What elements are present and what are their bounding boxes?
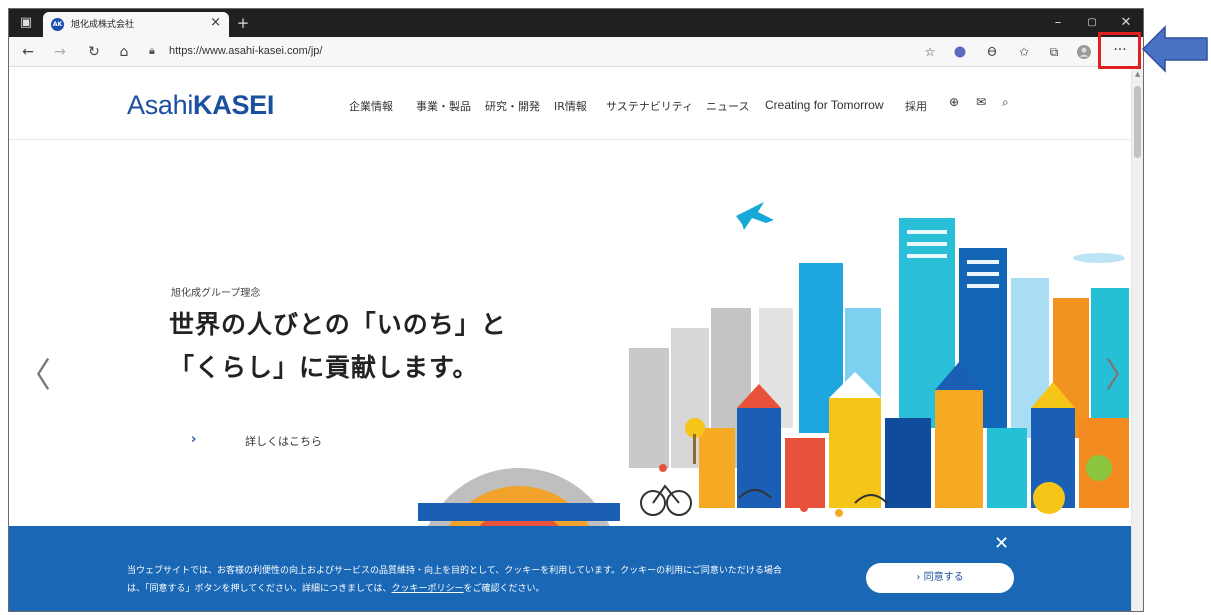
nav-item-company[interactable]: 企業情報 [349,98,393,114]
carousel-prev-icon[interactable]: 〈 [17,348,51,397]
back-icon[interactable]: ← [17,37,39,67]
add-favorite-icon[interactable]: ☆ [919,37,941,67]
collections-icon[interactable]: ⧉ [1043,37,1065,67]
globe-icon[interactable]: ⊕ [949,95,959,109]
nav-item-creating-for-tomorrow[interactable]: Creating for Tomorrow [765,98,884,112]
new-tab-button[interactable]: + [233,12,253,34]
url-text: https://www.asahi-kasei.com/jp/ [169,45,323,57]
nav-item-ir[interactable]: IR情報 [554,98,587,114]
nav-item-sustainability[interactable]: サステナビリティ [606,98,693,114]
site-favicon-icon: AK [51,18,64,31]
hero-headline-line1: 世界の人びとの「いのち」と [169,310,507,339]
hero-headline-line2: 「くらし」に貢献します。 [169,353,479,382]
nav-item-business[interactable]: 事業・製品 [416,98,471,114]
extension-icon[interactable] [949,37,971,67]
browser-toolbar: ← → ↻ ⌂ 🔒︎ https://www.asahi-kasei.com/j… [9,37,1143,67]
pointer-arrow-icon [1141,25,1208,73]
city-illustration [418,202,1129,568]
nav-item-recruit[interactable]: 採用 [905,98,927,114]
search-icon[interactable]: ⌕ [1002,95,1009,110]
forward-icon[interactable]: → [49,37,71,67]
vertical-scrollbar[interactable]: ▲ [1131,68,1143,611]
refresh-icon[interactable]: ↻ [83,37,105,67]
scroll-up-icon[interactable]: ▲ [1135,70,1140,78]
page-viewport: AsahiKASEI 企業情報 事業・製品 研究・開発 IR情報 サステナビリテ… [9,68,1133,611]
minimize-button[interactable]: – [1041,9,1075,37]
cookie-banner: ✕ 当ウェブサイトでは、お客様の利便性の向上およびサービスの品質維持・向上を目的… [9,526,1133,611]
browser-tab[interactable]: AK 旭化成株式会社 × [43,12,229,37]
tab-actions-icon[interactable]: ▣ [9,9,43,37]
cookie-close-icon[interactable]: ✕ [994,533,1009,554]
home-icon[interactable]: ⌂ [113,37,135,67]
agree-button[interactable]: › 同意する [866,563,1014,593]
title-bar: ▣ AK 旭化成株式会社 × + – ▢ ✕ [9,9,1143,37]
read-aloud-icon[interactable]: Ѳ [981,37,1003,67]
nav-item-research[interactable]: 研究・開発 [485,98,540,114]
more-button-highlight [1098,32,1141,69]
tab-title: 旭化成株式会社 [71,20,135,30]
tab-close-icon[interactable]: × [210,15,221,30]
philosophy-label: 旭化成グループ理念 [171,288,261,299]
chevron-right-icon[interactable]: › [191,432,196,447]
profile-icon[interactable] [1073,37,1095,67]
details-link[interactable]: 詳しくはこちら [245,433,322,449]
address-bar[interactable]: 🔒︎ https://www.asahi-kasei.com/jp/ [145,41,645,63]
nav-item-news[interactable]: ニュース [706,98,749,114]
cookie-policy-link[interactable]: クッキーポリシー [392,584,464,594]
site-header: AsahiKASEI 企業情報 事業・製品 研究・開発 IR情報 サステナビリテ… [9,68,1133,140]
asahi-kasei-logo[interactable]: AsahiKASEI [127,90,274,121]
carousel-next-icon[interactable]: 〉 [1105,348,1133,397]
cookie-message-line1: 当ウェブサイトでは、お客様の利便性の向上およびサービスの品質維持・向上を目的とし… [127,566,782,576]
logo-regular: Asahi [127,90,194,120]
logo-bold: KASEI [193,90,275,120]
favorites-icon[interactable]: ✩ [1013,37,1035,67]
mail-icon[interactable]: ✉︎ [976,95,986,109]
screenshot-stage: ▣ AK 旭化成株式会社 × + – ▢ ✕ ← → ↻ ⌂ 🔒︎ https:… [0,0,1211,615]
cookie-message-before: は、「同意する」ボタンを押してください。詳細につきましては、 [127,584,392,594]
browser-window: ▣ AK 旭化成株式会社 × + – ▢ ✕ ← → ↻ ⌂ 🔒︎ https:… [8,8,1144,612]
scroll-thumb[interactable] [1134,86,1141,158]
lock-icon[interactable]: 🔒︎ [149,44,155,58]
cookie-message-line2: は、「同意する」ボタンを押してください。詳細につきましては、クッキーポリシーをご… [127,581,545,594]
cookie-message-after: をご確認ください。 [463,584,545,594]
